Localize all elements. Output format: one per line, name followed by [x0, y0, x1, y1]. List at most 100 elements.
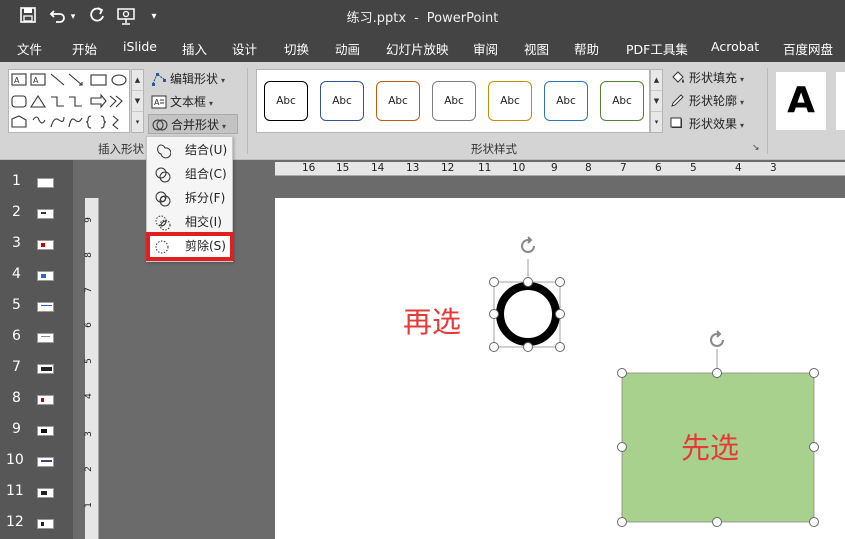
- rectangle-label[interactable]: 先选: [681, 425, 739, 467]
- vertical-ruler[interactable]: 9 8 7 6 5 4 3 2 1: [83, 198, 99, 539]
- paint-bucket-icon: [672, 71, 684, 83]
- style-thumb-3[interactable]: Abc: [376, 81, 420, 121]
- gallery-more-icon[interactable]: ▾: [651, 112, 662, 133]
- tab-insert[interactable]: 插入: [182, 39, 207, 58]
- menu-item-union[interactable]: 结合(U): [149, 139, 231, 162]
- style-thumb-1[interactable]: Abc: [264, 81, 308, 121]
- shape-effects-button[interactable]: 形状效果 ▾: [670, 114, 744, 134]
- scroll-down-icon[interactable]: ▼: [132, 91, 143, 112]
- ring-label[interactable]: 再选: [403, 299, 461, 341]
- style-thumb-4[interactable]: Abc: [432, 81, 476, 121]
- style-thumb-6[interactable]: Abc: [544, 81, 588, 121]
- slide-thumbnail[interactable]: [37, 488, 54, 498]
- slide-thumbnail[interactable]: [37, 426, 54, 436]
- tab-islide[interactable]: iSlide: [123, 39, 157, 54]
- slide-thumbnail[interactable]: [37, 178, 54, 188]
- slide-thumbnail[interactable]: [37, 209, 54, 219]
- ring-outline[interactable]: [496, 282, 560, 346]
- wordart-style-thumb-partial[interactable]: [836, 72, 845, 130]
- ruler-label: 5: [690, 162, 697, 174]
- slide-thumbnail[interactable]: [37, 240, 54, 250]
- tab-slideshow[interactable]: 幻灯片放映: [386, 39, 449, 58]
- styles-gallery-scroll[interactable]: ▲ ▼ ▾: [650, 69, 663, 133]
- tab-home[interactable]: 开始: [72, 39, 97, 58]
- tab-design[interactable]: 设计: [232, 39, 257, 58]
- slide-thumbnail[interactable]: [37, 364, 54, 374]
- ruler-label: 3: [83, 431, 94, 437]
- wordart-style-thumb[interactable]: A: [776, 72, 826, 130]
- tab-animations[interactable]: 动画: [335, 39, 360, 58]
- shape-gallery[interactable]: A A: [8, 69, 130, 133]
- slide-number: 7: [12, 359, 21, 375]
- tab-review[interactable]: 审阅: [473, 39, 498, 58]
- ruler-label: 11: [478, 162, 492, 174]
- style-thumb-2[interactable]: Abc: [320, 81, 364, 121]
- file-name: 练习.pptx: [346, 11, 407, 26]
- shape-fill-button[interactable]: 形状填充 ▾: [670, 68, 744, 88]
- ruler-label: 12: [441, 162, 455, 174]
- slide-number: 10: [6, 452, 24, 468]
- rotate-handle-icon[interactable]: [710, 330, 724, 347]
- intersect-icon: [155, 215, 171, 231]
- tab-baidu-netdisk[interactable]: 百度网盘: [783, 39, 833, 58]
- scroll-up-icon[interactable]: ▲: [651, 70, 662, 91]
- slide-thumbnail[interactable]: [37, 519, 54, 529]
- edit-shape-button[interactable]: 编辑形状 ▾: [151, 69, 225, 89]
- ring-shape[interactable]: [486, 233, 570, 357]
- style-thumb-5[interactable]: Abc: [488, 81, 532, 121]
- slide-thumbnail[interactable]: [37, 333, 54, 343]
- shape-gallery-scroll[interactable]: ▲ ▼ ▾: [131, 69, 144, 133]
- slide-number: 6: [12, 328, 21, 344]
- menu-item-label: 剪除(S): [185, 239, 226, 253]
- menu-item-combine[interactable]: 组合(C): [149, 163, 231, 186]
- shape-gallery-icons: A A: [11, 73, 127, 130]
- style-thumb-7[interactable]: Abc: [600, 81, 644, 121]
- ruler-label: 14: [371, 162, 385, 174]
- menu-item-label: 结合(U): [185, 143, 228, 157]
- ruler-label: 4: [735, 162, 742, 174]
- tab-view[interactable]: 视图: [524, 39, 549, 58]
- ruler-label: 7: [620, 162, 627, 174]
- shape-outline-button[interactable]: 形状轮廓 ▾: [670, 91, 744, 111]
- slide-thumbnail[interactable]: [37, 302, 54, 312]
- slide-number: 12: [6, 514, 24, 530]
- ribbon-tabs: 文件 开始 iSlide 插入 设计 切换 动画 幻灯片放映 审阅 视图 帮助 …: [0, 33, 845, 62]
- slide-number: 1: [12, 173, 21, 189]
- scroll-up-icon[interactable]: ▲: [132, 70, 143, 91]
- ruler-label: 9: [551, 162, 558, 174]
- slide-number: 5: [12, 297, 21, 313]
- slide-thumbnail[interactable]: [37, 395, 54, 405]
- combine-icon: [155, 167, 171, 183]
- scroll-down-icon[interactable]: ▼: [651, 91, 662, 112]
- merge-shapes-menu: 结合(U) 组合(C) 拆分(F) 相交(I) 剪除(S): [146, 136, 234, 262]
- horizontal-ruler[interactable]: 16 15 14 13 12 11 10 9 8 7 6 5 4 3: [275, 162, 845, 176]
- subtract-icon: [155, 240, 169, 254]
- menu-item-fragment[interactable]: 拆分(F): [149, 187, 231, 210]
- rotate-handle-icon[interactable]: [521, 236, 535, 253]
- ruler-label: 7: [83, 287, 94, 293]
- ruler-label: 6: [655, 162, 662, 174]
- shape-effects-label: 形状效果: [689, 117, 738, 131]
- tab-file[interactable]: 文件: [17, 39, 42, 58]
- tab-acrobat[interactable]: Acrobat: [711, 39, 759, 54]
- merge-shapes-label: 合并形状: [171, 118, 220, 132]
- slide-thumbnail[interactable]: [37, 271, 54, 281]
- text-box-button[interactable]: A 文本框 ▾: [151, 92, 213, 112]
- ruler-label: 8: [585, 162, 592, 174]
- chevron-down-icon: ▾: [740, 75, 745, 84]
- tab-help[interactable]: 帮助: [574, 39, 599, 58]
- gallery-more-icon[interactable]: ▾: [132, 112, 143, 133]
- slide-thumbnail[interactable]: [37, 457, 54, 467]
- menu-item-intersect[interactable]: 相交(I): [149, 211, 231, 234]
- dialog-launcher-icon[interactable]: ↘: [752, 143, 760, 153]
- ruler-label: 13: [406, 162, 420, 174]
- menu-item-label: 相交(I): [185, 215, 222, 229]
- shape-fill-label: 形状填充: [689, 71, 738, 85]
- tab-transitions[interactable]: 切换: [284, 39, 309, 58]
- merge-shapes-button[interactable]: 合并形状 ▾: [148, 114, 238, 134]
- shape-styles-gallery[interactable]: Abc Abc Abc Abc Abc Abc Abc: [256, 69, 650, 133]
- ruler-label: 10: [512, 162, 526, 174]
- menu-item-subtract[interactable]: 剪除(S): [146, 232, 234, 261]
- tab-pdf-tools[interactable]: PDF工具集: [626, 39, 688, 58]
- slide-number: 9: [12, 421, 21, 437]
